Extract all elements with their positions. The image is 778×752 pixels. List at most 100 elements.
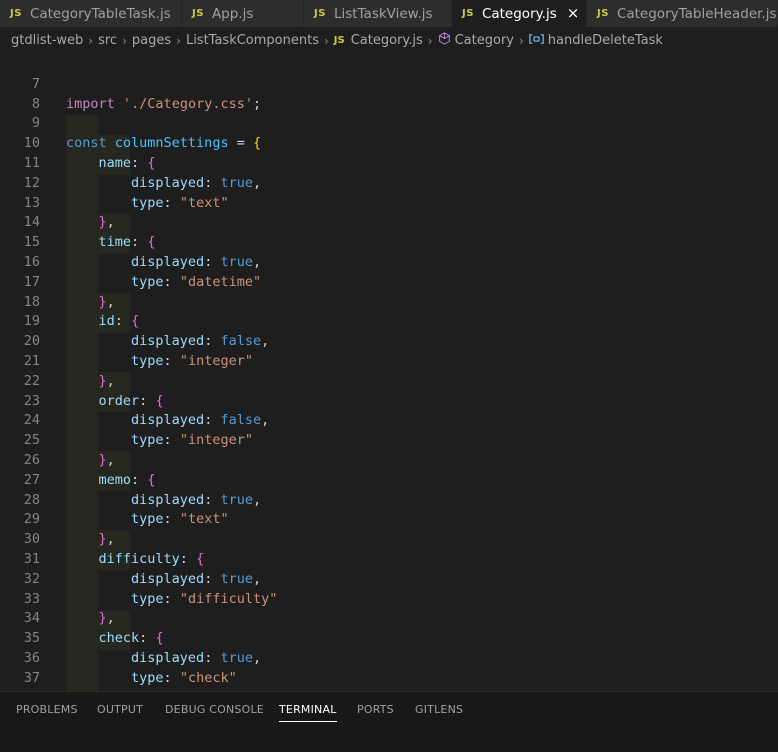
- boolean: true: [220, 570, 253, 587]
- code-line: 37 }: [0, 649, 107, 706]
- string: "integer": [179, 432, 253, 449]
- tab-ports[interactable]: PORTS: [357, 703, 394, 721]
- code-editor[interactable]: 7 import './Category.css'; 8 9 const col…: [0, 55, 778, 729]
- js-file-icon: JS: [10, 8, 22, 19]
- keyword: import: [66, 95, 115, 112]
- boolean: true: [220, 491, 253, 508]
- property: type: [131, 194, 164, 211]
- boolean: false: [220, 412, 262, 429]
- editor-tab-bar: JS CategoryTableTask.js JS App.js JS Lis…: [0, 0, 778, 27]
- property: difficulty: [98, 550, 180, 567]
- code-line: 36 type: "check": [0, 629, 237, 686]
- chevron-right-icon: ›: [518, 33, 524, 48]
- property: type: [131, 352, 164, 369]
- js-file-icon: JS: [597, 8, 609, 19]
- string: "text": [179, 194, 229, 211]
- code-line: 24 type: "integer": [0, 392, 253, 448]
- code-line: 12 type: "text": [0, 154, 229, 211]
- property: type: [131, 273, 164, 290]
- code-line: 26 memo: {: [0, 431, 156, 488]
- property: type: [131, 511, 164, 528]
- string: "difficulty": [179, 590, 278, 607]
- code-line: 20 type: "integer": [0, 312, 253, 369]
- code-line: 18 id: {: [0, 273, 139, 330]
- code-line: 8: [0, 75, 40, 112]
- tab-gitlens[interactable]: GITLENS: [415, 703, 463, 721]
- property: displayed: [131, 174, 205, 191]
- boolean: true: [220, 253, 253, 270]
- breadcrumb-item[interactable]: pages: [132, 33, 171, 48]
- property: displayed: [131, 412, 205, 429]
- tab-categorytabletask[interactable]: JS CategoryTableTask.js: [0, 0, 182, 27]
- property: displayed: [131, 333, 205, 350]
- breadcrumb-symbol[interactable]: Category: [455, 33, 514, 48]
- boolean: true: [220, 174, 253, 191]
- tab-label: ListTaskView.js: [333, 5, 433, 22]
- property: time: [98, 234, 132, 251]
- tab-problems[interactable]: PROBLEMS: [16, 703, 78, 721]
- panel-tab-bar: PROBLEMS OUTPUT DEBUG CONSOLE TERMINAL P…: [0, 691, 778, 752]
- js-file-icon: JS: [333, 35, 345, 46]
- code-line: 38 };: [0, 669, 83, 726]
- variable-name: columnSettings: [114, 135, 229, 152]
- tab-category-active[interactable]: JS Category.js ×: [452, 0, 587, 27]
- tab-label: CategoryTableTask.js: [29, 5, 171, 22]
- code-line: 33 },: [0, 570, 115, 627]
- breadcrumb-item[interactable]: src: [98, 33, 117, 48]
- code-line: 21 },: [0, 332, 115, 389]
- breadcrumb-item[interactable]: ListTaskComponents: [186, 33, 319, 48]
- code-line: 25 },: [0, 411, 115, 468]
- code-line: 27 displayed: true,: [0, 451, 261, 508]
- string: './Category.css': [122, 95, 253, 112]
- code-line: 31 displayed: true,: [0, 530, 261, 587]
- property: type: [131, 669, 164, 686]
- code-line: 30 difficulty: {: [0, 510, 204, 567]
- tab-app[interactable]: JS App.js: [182, 0, 304, 27]
- boolean: true: [220, 649, 253, 666]
- tab-terminal[interactable]: TERMINAL: [279, 703, 337, 722]
- variable-icon: [529, 33, 544, 48]
- code-line: 29 },: [0, 491, 115, 547]
- property: order: [98, 392, 140, 409]
- breadcrumb-file[interactable]: Category.js: [351, 33, 423, 48]
- code-line: 22 order: {: [0, 352, 164, 409]
- tab-debug-console[interactable]: DEBUG CONSOLE: [165, 703, 264, 721]
- chevron-right-icon: ›: [88, 33, 94, 48]
- property: displayed: [131, 649, 205, 666]
- property: type: [131, 432, 164, 449]
- breadcrumb-item[interactable]: gtdlist-web: [11, 33, 83, 48]
- code-line: 32 type: "difficulty": [0, 550, 278, 607]
- code-line: 15 displayed: true,: [0, 213, 261, 270]
- property: type: [131, 590, 164, 607]
- code-line: 28 type: "text": [0, 471, 229, 528]
- code-line: 17 },: [0, 253, 115, 310]
- code-line: 11 displayed: true,: [0, 134, 261, 191]
- code-line: 23 displayed: false,: [0, 372, 270, 429]
- property: displayed: [131, 491, 205, 508]
- property: displayed: [131, 570, 205, 587]
- breadcrumb-member[interactable]: handleDeleteTask: [548, 33, 663, 48]
- cube-icon: [438, 32, 451, 49]
- tab-label: App.js: [211, 5, 254, 22]
- tab-label: Category.js: [481, 5, 557, 22]
- property: id: [98, 313, 115, 330]
- code-line: 34 check: {: [0, 590, 164, 646]
- string: "datetime": [179, 273, 262, 290]
- chevron-right-icon: ›: [427, 33, 433, 48]
- code-line: 9 const columnSettings = {: [0, 95, 261, 151]
- property: displayed: [131, 253, 205, 270]
- tab-listtaskview[interactable]: JS ListTaskView.js: [304, 0, 452, 27]
- code-line: 13 },: [0, 174, 115, 231]
- tab-label: CategoryTableHeader.js: [616, 5, 777, 22]
- tab-categorytableheader[interactable]: JS CategoryTableHeader.js: [587, 0, 778, 27]
- property: name: [98, 154, 132, 171]
- code-line: 14 time: {: [0, 194, 156, 250]
- property: memo: [98, 471, 132, 488]
- property: check: [98, 630, 140, 647]
- string: "text": [179, 511, 229, 528]
- close-icon[interactable]: ×: [567, 6, 580, 21]
- string: "integer": [179, 352, 253, 369]
- keyword: const: [66, 135, 107, 152]
- tab-output[interactable]: OUTPUT: [97, 703, 143, 721]
- chevron-right-icon: ›: [122, 33, 127, 48]
